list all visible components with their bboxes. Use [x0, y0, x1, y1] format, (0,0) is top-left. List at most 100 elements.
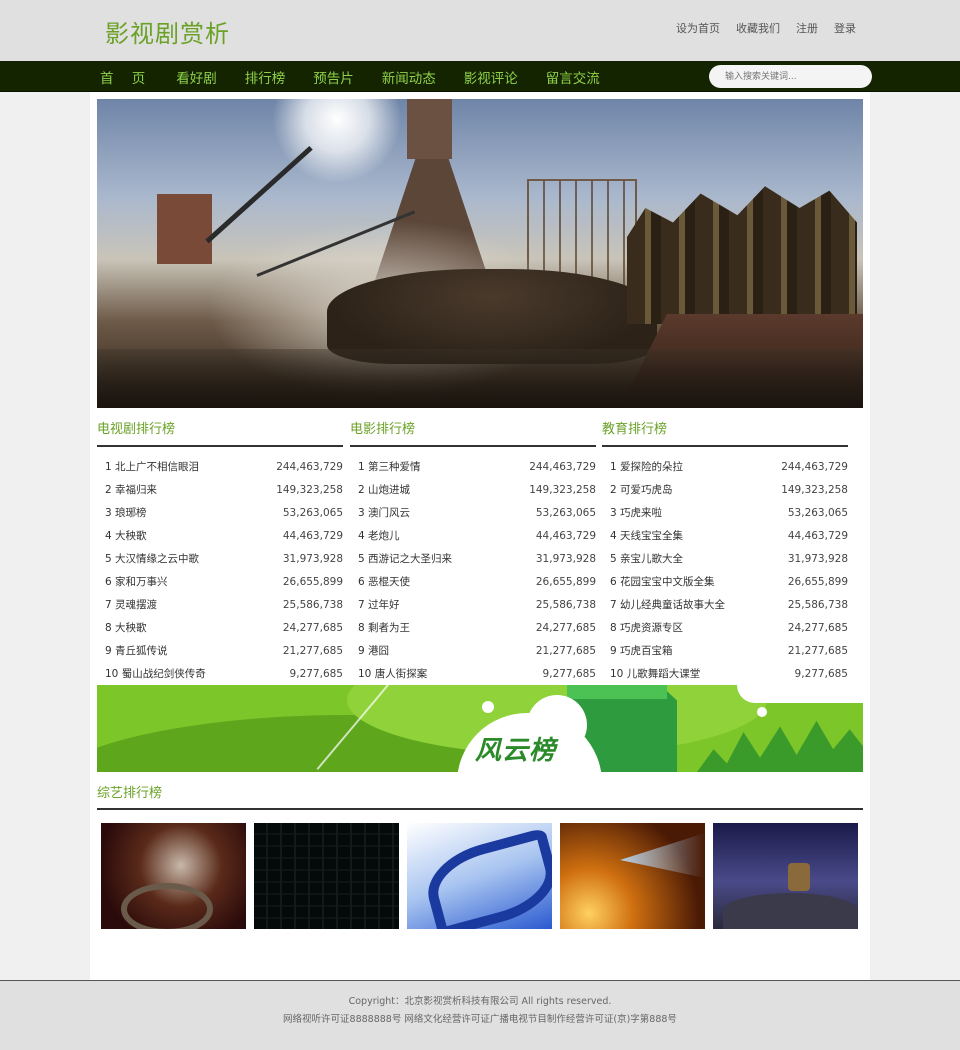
- ranking-item-name[interactable]: 7 灵魂摆渡: [105, 594, 157, 617]
- ranking-item-value: 44,463,729: [787, 530, 848, 542]
- login-link[interactable]: 登录: [834, 20, 856, 36]
- banner-box-top: [567, 685, 667, 699]
- ranking-item-name[interactable]: 10 唐人街探案: [358, 663, 427, 686]
- ranking-item-value: 24,277,685: [787, 622, 848, 634]
- ranking-title: 电影排行榜: [350, 415, 596, 447]
- ranking-item-value: 31,973,928: [787, 553, 848, 565]
- nav-item-news[interactable]: 新闻动态: [382, 67, 436, 87]
- list-item: 7 灵魂摆渡 25,586,738: [97, 594, 343, 617]
- thumbnail-film-collage[interactable]: [254, 823, 399, 929]
- list-item: 1 爱探险的朵拉 244,463,729: [602, 456, 848, 479]
- ranking-item-name[interactable]: 4 老炮儿: [358, 525, 400, 548]
- nav-item-good-shows[interactable]: 看好剧: [176, 67, 217, 87]
- ranking-item-value: 53,263,065: [282, 507, 343, 519]
- main-nav: 首 页 看好剧 排行榜 预告片 新闻动态 影视评论 留言交流: [0, 61, 960, 92]
- site-logo[interactable]: 影视剧赏析: [105, 14, 230, 49]
- list-item: 8 巧虎资源专区 24,277,685: [602, 617, 848, 640]
- ranking-item-name[interactable]: 2 可爱巧虎岛: [610, 479, 673, 502]
- ranking-item-name[interactable]: 3 巧虎来啦: [610, 502, 662, 525]
- ranking-item-name[interactable]: 2 山炮进城: [358, 479, 410, 502]
- register-link[interactable]: 注册: [796, 20, 818, 36]
- ranking-item-name[interactable]: 5 亲宝儿歌大全: [610, 548, 683, 571]
- ranking-title: 电视剧排行榜: [97, 415, 343, 447]
- nav-item-home[interactable]: 首 页: [100, 67, 146, 87]
- ranking-item-value: 53,263,065: [787, 507, 848, 519]
- list-item: 5 西游记之大圣归来 31,973,928: [350, 548, 596, 571]
- ranking-item-value: 24,277,685: [535, 622, 596, 634]
- ranking-item-name[interactable]: 5 大汉情缘之云中歌: [105, 548, 199, 571]
- nav-item-rankings[interactable]: 排行榜: [245, 67, 286, 87]
- list-item: 2 幸福归来 149,323,258: [97, 479, 343, 502]
- footer-copyright: Copyright：北京影视赏析科技有限公司 All rights reserv…: [348, 996, 612, 1007]
- ranking-item-name[interactable]: 3 澳门风云: [358, 502, 410, 525]
- ranking-item-value: 149,323,258: [529, 484, 596, 496]
- ranking-item-name[interactable]: 8 大秧歌: [105, 617, 147, 640]
- ranking-item-name[interactable]: 8 剩者为王: [358, 617, 410, 640]
- fengyun-banner[interactable]: 风云榜: [97, 685, 863, 772]
- ranking-item-name[interactable]: 2 幸福归来: [105, 479, 157, 502]
- hero-banner-image[interactable]: [97, 99, 863, 408]
- ranking-item-value: 9,277,685: [542, 668, 596, 680]
- banner-ruin: [157, 194, 212, 264]
- banner-shape: [737, 685, 863, 703]
- thumbnail-projector-light[interactable]: [560, 823, 705, 929]
- banner-ground: [97, 349, 863, 408]
- nav-item-messages[interactable]: 留言交流: [546, 67, 600, 87]
- ranking-item-value: 26,655,899: [787, 576, 848, 588]
- ranking-item-value: 25,586,738: [282, 599, 343, 611]
- banner-dot: [482, 701, 494, 713]
- thumbnail-film-projector[interactable]: [101, 823, 246, 929]
- ranking-item-name[interactable]: 6 家和万事兴: [105, 571, 168, 594]
- ranking-item-name[interactable]: 10 儿歌舞蹈大课堂: [610, 663, 700, 686]
- set-homepage-link[interactable]: 设为首页: [676, 20, 720, 36]
- ranking-item-name[interactable]: 4 天线宝宝全集: [610, 525, 683, 548]
- list-item: 6 花园宝宝中文版全集 26,655,899: [602, 571, 848, 594]
- ranking-item-value: 25,586,738: [787, 599, 848, 611]
- ranking-item-name[interactable]: 7 过年好: [358, 594, 400, 617]
- ranking-item-value: 26,655,899: [282, 576, 343, 588]
- education-ranking: 教育排行榜 1 爱探险的朵拉 244,463,729 2 可爱巧虎岛 149,323…: [602, 415, 848, 686]
- tv-ranking: 电视剧排行榜 1 北上广不相信眼泪 244,463,729 2 幸福归来 149,3…: [97, 415, 343, 686]
- banner-camera-crane: [205, 145, 313, 244]
- movie-ranking: 电影排行榜 1 第三种爱情 244,463,729 2 山炮进城 149,323,2…: [350, 415, 596, 686]
- list-item: 9 青丘狐传说 21,277,685: [97, 640, 343, 663]
- bookmark-link[interactable]: 收藏我们: [736, 20, 780, 36]
- footer-license: 网络视听许可证8888888号 网络文化经营许可证广播电视节目制作经营许可证(京…: [283, 1014, 677, 1025]
- ranking-item-value: 149,323,258: [781, 484, 848, 496]
- ranking-item-value: 44,463,729: [282, 530, 343, 542]
- list-item: 2 可爱巧虎岛 149,323,258: [602, 479, 848, 502]
- list-item: 6 家和万事兴 26,655,899: [97, 571, 343, 594]
- ranking-item-name[interactable]: 5 西游记之大圣归来: [358, 548, 452, 571]
- list-item: 1 北上广不相信眼泪 244,463,729: [97, 456, 343, 479]
- ranking-item-name[interactable]: 4 大秧歌: [105, 525, 147, 548]
- ranking-item-name[interactable]: 1 第三种爱情: [358, 456, 421, 479]
- banner-temple-top: [407, 99, 452, 159]
- ranking-item-name[interactable]: 1 北上广不相信眼泪: [105, 456, 199, 479]
- nav-item-trailers[interactable]: 预告片: [313, 67, 354, 87]
- ranking-item-name[interactable]: 3 琅琊榜: [105, 502, 147, 525]
- ranking-item-name[interactable]: 6 花园宝宝中文版全集: [610, 571, 715, 594]
- thumbnail-film-strip[interactable]: [407, 823, 552, 929]
- ranking-item-name[interactable]: 9 港囧: [358, 640, 389, 663]
- ranking-item-name[interactable]: 9 巧虎百宝箱: [610, 640, 673, 663]
- ranking-item-value: 9,277,685: [289, 668, 343, 680]
- ranking-item-name[interactable]: 6 恶棍天使: [358, 571, 410, 594]
- list-item: 5 亲宝儿歌大全 31,973,928: [602, 548, 848, 571]
- ranking-item-name[interactable]: 9 青丘狐传说: [105, 640, 168, 663]
- ranking-item-value: 25,586,738: [535, 599, 596, 611]
- search-input[interactable]: [709, 65, 872, 88]
- ranking-item-name[interactable]: 10 蜀山战纪剑侠传奇: [105, 663, 206, 686]
- ranking-item-value: 244,463,729: [529, 461, 596, 473]
- ranking-item-name[interactable]: 1 爱探险的朵拉: [610, 456, 683, 479]
- variety-thumbnails: [101, 823, 858, 929]
- nav-item-reviews[interactable]: 影视评论: [464, 67, 518, 87]
- list-item: 2 山炮进城 149,323,258: [350, 479, 596, 502]
- banner-dot: [757, 707, 767, 717]
- list-item: 7 幼儿经典童话故事大全 25,586,738: [602, 594, 848, 617]
- list-item: 10 儿歌舞蹈大课堂 9,277,685: [602, 663, 848, 686]
- thumbnail-robot[interactable]: [713, 823, 858, 929]
- list-item: 4 老炮儿 44,463,729: [350, 525, 596, 548]
- ranking-item-name[interactable]: 8 巧虎资源专区: [610, 617, 683, 640]
- footer: Copyright：北京影视赏析科技有限公司 All rights reserv…: [0, 980, 960, 1050]
- ranking-item-name[interactable]: 7 幼儿经典童话故事大全: [610, 594, 725, 617]
